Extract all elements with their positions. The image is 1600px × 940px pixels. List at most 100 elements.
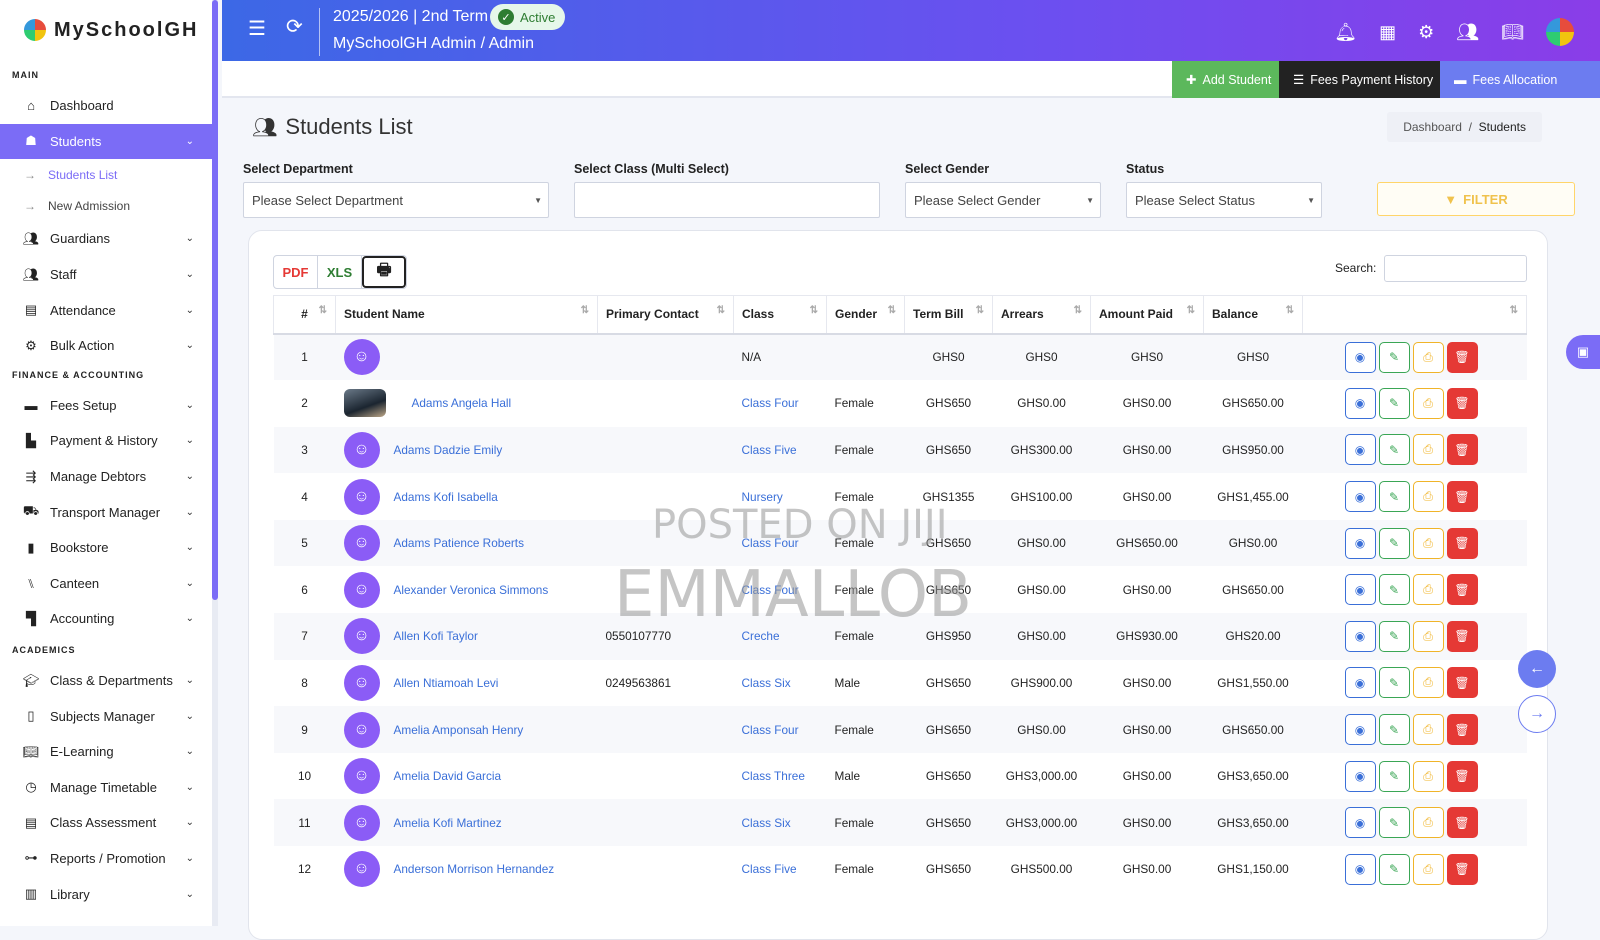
column-header-#[interactable]: # ⇅ — [273, 295, 336, 335]
delete-trash-icon[interactable]: 🗑︎ — [1446, 527, 1478, 559]
student-name-cell[interactable]: ☺ Adams Kofi Isabella — [335, 473, 598, 520]
sidebar-item-fees-setup[interactable]: ▬ Fees Setup ⌄ — [0, 388, 212, 424]
view-eye-icon[interactable]: ◉ — [1344, 574, 1376, 606]
student-name-cell[interactable]: Adams Angela Hall — [335, 380, 598, 427]
delete-trash-icon[interactable]: 🗑︎ — [1446, 760, 1478, 792]
sidebar-item-reports-promotion[interactable]: ⊶ Reports / Promotion ⌄ — [0, 841, 212, 877]
table-row[interactable]: 12 ☺ Anderson Morrison Hernandez Class Five… — [273, 846, 1527, 893]
sidebar-item-manage-debtors[interactable]: ⇶ Manage Debtors ⌄ — [0, 459, 212, 495]
print-icon[interactable]: ⎙ — [1412, 527, 1444, 559]
sort-icon[interactable]: ⇅ — [1074, 305, 1082, 316]
edit-icon[interactable]: ✎ — [1378, 760, 1410, 792]
hamburger-menu-icon[interactable]: ☰ — [248, 16, 266, 41]
table-row[interactable]: 11 ☺ Amelia Kofi Martinez Class Six Female GH… — [273, 799, 1527, 847]
excel-export-icon[interactable]: XLS — [318, 256, 362, 288]
search-input[interactable] — [1384, 255, 1527, 282]
column-header-arrears[interactable]: Arrears ⇅ — [992, 295, 1091, 335]
print-icon[interactable]: ⎙ — [1412, 714, 1444, 746]
table-row[interactable]: 1 ☺ N/A GHS0 GHS0 GHS0 GHS0 ◉ ✎ ⎙ 🗑︎ — [273, 333, 1527, 381]
edit-icon[interactable]: ✎ — [1378, 434, 1410, 466]
sidebar-item-payment-history[interactable]: ▙ Payment & History ⌄ — [0, 423, 212, 459]
view-eye-icon[interactable]: ◉ — [1344, 527, 1376, 559]
student-name-cell[interactable]: ☺ Amelia David Garcia — [335, 752, 598, 800]
print-icon[interactable]: ⎙ — [1412, 807, 1444, 839]
student-class[interactable]: Class Six — [733, 799, 827, 847]
sidebar-item-bookstore[interactable]: ▮ Bookstore ⌄ — [0, 530, 212, 566]
delete-trash-icon[interactable]: 🗑︎ — [1446, 667, 1478, 699]
sidebar-item-attendance[interactable]: ▤ Attendance ⌄ — [0, 292, 212, 328]
column-header-balance[interactable]: Balance ⇅ — [1203, 295, 1303, 335]
student-name-cell[interactable]: ☺ Adams Patience Roberts — [335, 519, 598, 567]
print-icon[interactable]: ⎙ — [1412, 667, 1444, 699]
book-icon[interactable]: 📖︎ — [1501, 22, 1524, 43]
column-header-student-name[interactable]: Student Name ⇅ — [335, 295, 598, 335]
print-icon[interactable]: ⎙ — [1412, 434, 1444, 466]
scroll-right-button[interactable]: → — [1518, 695, 1556, 733]
student-name-cell[interactable]: ☺ Allen Ntiamoah Levi — [335, 659, 598, 707]
sidebar-item-dashboard[interactable]: ⌂ Dashboard — [0, 88, 212, 124]
print-icon[interactable]: ⎙ — [1412, 481, 1444, 513]
edit-icon[interactable]: ✎ — [1378, 574, 1410, 606]
student-class[interactable]: Class Four — [733, 706, 827, 753]
status-select[interactable]: Please Select Status ▼ — [1126, 182, 1322, 218]
column-header-primary-contact[interactable]: Primary Contact ⇅ — [597, 295, 734, 335]
student-class[interactable]: Class Six — [733, 659, 827, 707]
print-icon[interactable]: ⎙ — [1412, 760, 1444, 792]
sidebar-item-canteen[interactable]: ⑊ Canteen ⌄ — [0, 566, 212, 602]
sort-icon[interactable]: ⇅ — [1286, 305, 1294, 316]
print-icon[interactable]: 🖶︎ — [362, 256, 406, 288]
sort-icon[interactable]: ⇅ — [319, 305, 327, 316]
edit-icon[interactable]: ✎ — [1378, 714, 1410, 746]
view-eye-icon[interactable]: ◉ — [1344, 481, 1376, 513]
gear-icon[interactable]: ⚙ — [1418, 22, 1434, 43]
print-icon[interactable]: ⎙ — [1412, 620, 1444, 652]
column-header-amount-paid[interactable]: Amount Paid ⇅ — [1090, 295, 1204, 335]
edit-icon[interactable]: ✎ — [1378, 527, 1410, 559]
sidebar-item-class-assessment[interactable]: ▤ Class Assessment ⌄ — [0, 805, 212, 841]
sort-icon[interactable]: ⇅ — [581, 305, 589, 316]
view-eye-icon[interactable]: ◉ — [1344, 341, 1376, 373]
print-icon[interactable]: ⎙ — [1412, 341, 1444, 373]
pdf-export-icon[interactable]: PDF — [274, 256, 318, 288]
sort-icon[interactable]: ⇅ — [1510, 305, 1518, 316]
student-name[interactable]: Adams Patience Roberts — [394, 536, 525, 550]
table-row[interactable]: 7 ☺ Allen Kofi Taylor 0550107770 Creche Femal… — [273, 613, 1527, 660]
delete-trash-icon[interactable]: 🗑︎ — [1446, 574, 1478, 606]
filter-button[interactable]: ▼ FILTER — [1377, 182, 1575, 216]
table-row[interactable]: 5 ☺ Adams Patience Roberts Class Four Female… — [273, 519, 1527, 567]
print-icon[interactable]: ⎙ — [1412, 387, 1444, 419]
sidebar-scrollbar[interactable] — [212, 0, 218, 600]
student-name-cell[interactable]: ☺ Amelia Amponsah Henry — [335, 706, 598, 753]
add-student-button[interactable]: ✚ Add Student — [1172, 61, 1286, 98]
edit-icon[interactable]: ✎ — [1378, 387, 1410, 419]
table-row[interactable]: 8 ☺ Allen Ntiamoah Levi 0249563861 Class Six… — [273, 659, 1527, 707]
column-header-actions[interactable]: ⇅ — [1302, 295, 1527, 335]
edit-icon[interactable]: ✎ — [1378, 341, 1410, 373]
view-eye-icon[interactable]: ◉ — [1344, 387, 1376, 419]
sidebar-item-staff[interactable]: 👥︎ Staff ⌄ — [0, 257, 212, 293]
view-eye-icon[interactable]: ◉ — [1344, 434, 1376, 466]
scroll-left-button[interactable]: ← — [1518, 650, 1556, 688]
view-eye-icon[interactable]: ◉ — [1344, 620, 1376, 652]
sort-icon[interactable]: ⇅ — [976, 305, 984, 316]
student-class[interactable]: Class Five — [733, 846, 827, 893]
edit-icon[interactable]: ✎ — [1378, 807, 1410, 839]
student-name[interactable]: Alexander Veronica Simmons — [394, 583, 549, 597]
sidebar-item-students[interactable]: ☗ Students ⌄ — [0, 123, 212, 160]
student-name-cell[interactable]: ☺ — [335, 333, 598, 381]
delete-trash-icon[interactable]: 🗑︎ — [1446, 620, 1478, 652]
student-name-cell[interactable]: ☺ Adams Dadzie Emily — [335, 426, 598, 474]
student-name-cell[interactable]: ☺ Alexander Veronica Simmons — [335, 566, 598, 614]
sidebar-item-subjects-manager[interactable]: ▯ Subjects Manager ⌄ — [0, 698, 212, 734]
edit-icon[interactable]: ✎ — [1378, 853, 1410, 885]
student-class[interactable]: Class Four — [733, 566, 827, 614]
student-name[interactable]: Amelia Amponsah Henry — [394, 723, 524, 737]
student-name-cell[interactable]: ☺ Anderson Morrison Hernandez — [335, 846, 598, 893]
sidebar-item-transport-manager[interactable]: ⛟ Transport Manager ⌄ — [0, 494, 212, 530]
delete-trash-icon[interactable]: 🗑︎ — [1446, 341, 1478, 373]
fees-payment-history-button[interactable]: ☰ Fees Payment History — [1279, 61, 1448, 98]
sidebar-item-library[interactable]: ▥ Library ⌄ — [0, 876, 212, 912]
student-name-cell[interactable]: ☺ Allen Kofi Taylor — [335, 613, 598, 660]
edit-icon[interactable]: ✎ — [1378, 620, 1410, 652]
delete-trash-icon[interactable]: 🗑︎ — [1446, 387, 1478, 419]
